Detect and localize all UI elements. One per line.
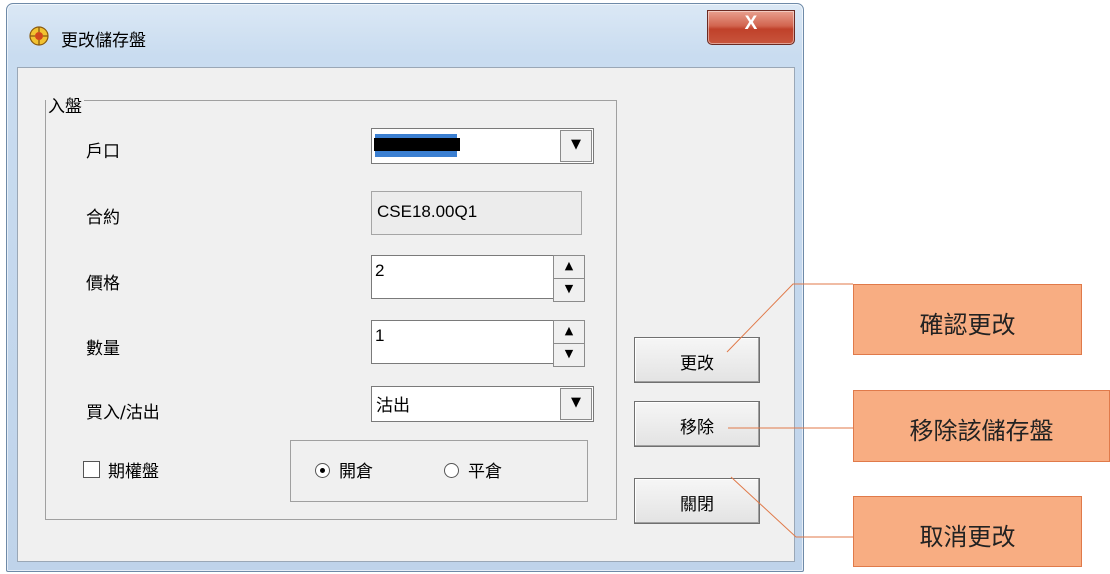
remove-callout-text: 移除該儲存盤 [909, 417, 1054, 445]
modify-callout: 確認更改 [853, 284, 1082, 355]
close-callout-line [730, 476, 853, 538]
modify-callout-text: 確認更改 [919, 311, 1016, 339]
modify-callout-line [726, 283, 853, 353]
close-callout: 取消更改 [853, 496, 1082, 567]
close-callout-text: 取消更改 [919, 523, 1016, 551]
remove-callout: 移除該儲存盤 [853, 390, 1110, 462]
